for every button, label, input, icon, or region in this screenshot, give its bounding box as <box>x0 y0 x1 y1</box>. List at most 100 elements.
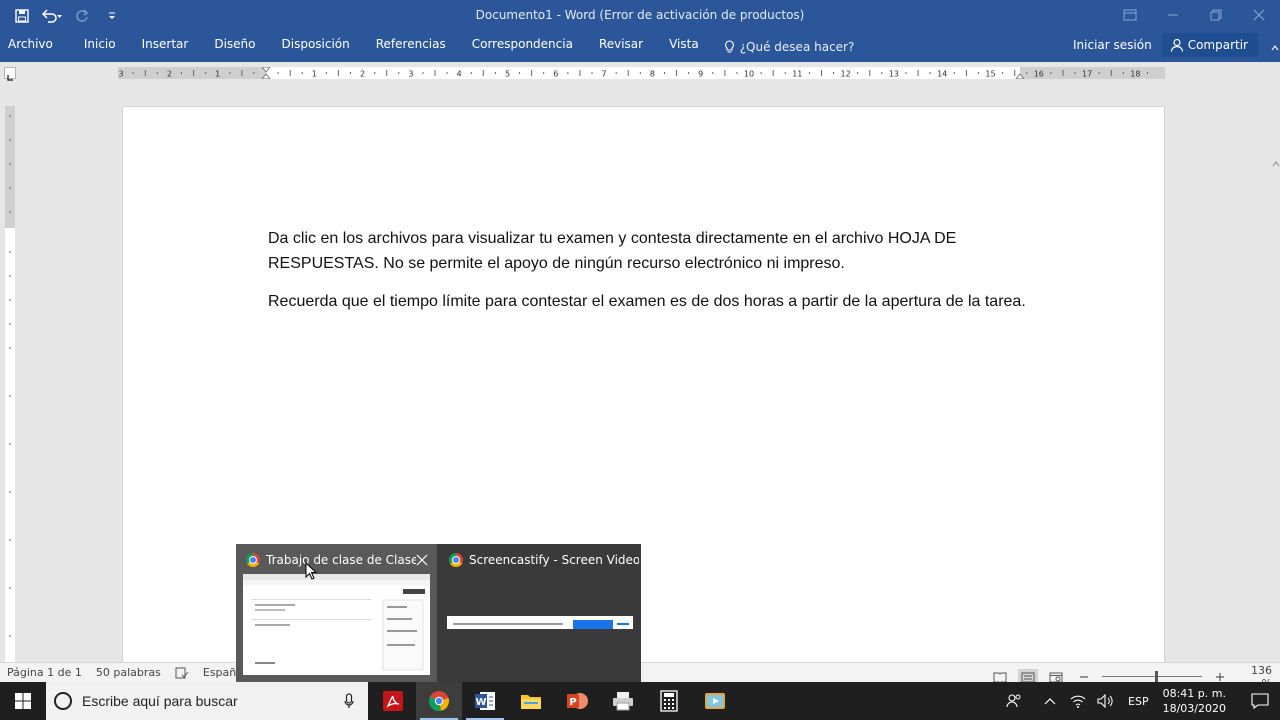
thumbnail-title: Trabajo de clase de Clase ... <box>246 553 416 567</box>
share-button[interactable]: Compartir <box>1161 32 1258 57</box>
ruler-label: 14 <box>937 70 947 79</box>
share-label: Compartir <box>1187 37 1248 52</box>
title-bar: Documento1 - Word (Error de activación d… <box>0 0 1280 32</box>
ruler-label: 3 <box>119 70 124 79</box>
close-button[interactable] <box>1237 0 1280 30</box>
people-button[interactable] <box>1002 682 1026 720</box>
banner-preview-graphic <box>453 620 629 629</box>
paragraph[interactable]: Recuerda que el tiempo límite para conte… <box>268 290 1028 315</box>
ruler-label: 3 <box>408 70 413 79</box>
windows-taskbar: Escribe aquí para buscar W P ESP 08:41 p… <box>0 682 1280 720</box>
close-icon <box>416 554 428 566</box>
thumbnail-window[interactable]: Trabajo de clase de Clase ... <box>236 544 437 682</box>
document-body[interactable]: Da clic en los archivos para visualizar … <box>268 227 1028 329</box>
thumbnail-close-button[interactable] <box>415 552 429 566</box>
tab-stop-selector[interactable] <box>4 67 16 81</box>
taskbar-thumbnail-popup: Trabajo de clase de Clase ... <box>236 544 641 682</box>
ruler-label: 2 <box>167 70 172 79</box>
action-center-button[interactable] <box>1240 682 1280 720</box>
vertical-scrollbar[interactable] <box>1270 82 1280 662</box>
tab-revisar[interactable]: Revisar <box>586 32 656 62</box>
chevron-up-icon <box>1044 698 1056 705</box>
tab-inicio[interactable]: Inicio <box>71 32 129 62</box>
zoom-slider-track <box>1102 676 1202 677</box>
svg-text:P: P <box>569 697 576 708</box>
network-button[interactable] <box>1066 682 1090 720</box>
indent-marker[interactable] <box>261 73 271 79</box>
restore-button[interactable] <box>1194 0 1237 30</box>
person-icon <box>1170 38 1183 52</box>
clock-time: 08:41 p. m. <box>1162 687 1226 700</box>
powerpoint-icon: P <box>567 693 588 709</box>
tab-diseno[interactable]: Diseño <box>201 32 268 62</box>
proofing-icon[interactable] <box>175 667 189 679</box>
ruler-label: 9 <box>698 70 703 79</box>
word-count[interactable]: 50 palabras <box>96 666 161 679</box>
taskbar-chrome[interactable] <box>416 682 462 720</box>
tab-archivo[interactable]: Archivo <box>0 32 71 62</box>
ribbon-tabs: Archivo Inicio Insertar Diseño Disposici… <box>0 32 854 62</box>
tab-correspondencia[interactable]: Correspondencia <box>459 32 586 62</box>
people-icon <box>1006 694 1021 708</box>
ruler-label: 5 <box>505 70 510 79</box>
taskbar-video-editor[interactable] <box>692 682 738 720</box>
wifi-icon <box>1070 695 1086 708</box>
chrome-icon <box>449 553 463 567</box>
taskbar-word[interactable]: W <box>462 682 508 720</box>
ruler-ticks: 3 2 1 1 2 3 4 5 6 7 8 9 10 11 12 13 14 15 16 17 18 <box>119 67 1148 79</box>
ruler-label: 12 <box>841 70 851 79</box>
close-icon <box>1253 9 1264 21</box>
tell-me-box[interactable]: ¿Qué desea hacer? <box>712 32 854 62</box>
page-count[interactable]: Página 1 de 1 <box>7 666 82 679</box>
ribbon-display-options-button[interactable] <box>1108 0 1151 30</box>
zoom-slider-thumb[interactable] <box>1155 671 1158 682</box>
taskbar-acrobat[interactable] <box>370 682 416 720</box>
thumbnail-preview <box>447 616 633 629</box>
lightbulb-icon <box>724 40 734 53</box>
vertical-ruler[interactable] <box>5 106 15 662</box>
microphone-icon[interactable] <box>344 693 354 709</box>
ribbon-options-icon <box>1123 9 1136 21</box>
ruler-label: 1 <box>312 70 317 79</box>
calculator-icon <box>660 690 678 712</box>
taskbar-apps: W P <box>370 682 738 720</box>
indent-marker[interactable] <box>1015 73 1025 79</box>
taskbar-printer[interactable] <box>600 682 646 720</box>
ribbon: Archivo Inicio Insertar Diseño Disposici… <box>0 32 1280 62</box>
page-icon <box>1021 672 1035 682</box>
taskbar-calculator[interactable] <box>646 682 692 720</box>
minus-icon <box>1080 676 1088 678</box>
input-language[interactable]: ESP <box>1128 695 1149 708</box>
start-button[interactable] <box>0 682 46 720</box>
volume-button[interactable] <box>1094 682 1118 720</box>
restore-icon <box>1210 9 1221 21</box>
indent-marker[interactable] <box>261 67 271 73</box>
tab-insertar[interactable]: Insertar <box>129 32 202 62</box>
speaker-icon <box>1097 694 1113 708</box>
book-icon <box>993 672 1007 683</box>
tab-vista[interactable]: Vista <box>656 32 712 62</box>
ribbon-collapse-button[interactable] <box>1270 40 1280 54</box>
minimize-button[interactable] <box>1151 0 1194 30</box>
show-hidden-icons-button[interactable] <box>1038 682 1062 720</box>
ruler-label: 15 <box>985 70 995 79</box>
clock-date: 18/03/2020 <box>1162 702 1226 715</box>
clock[interactable]: 08:41 p. m. 18/03/2020 <box>1163 686 1226 716</box>
tab-referencias[interactable]: Referencias <box>363 32 459 62</box>
ruler-label: 18 <box>1130 70 1140 79</box>
sign-in-link[interactable]: Iniciar sesión <box>1063 38 1162 57</box>
vertical-ruler-ticks <box>9 115 11 637</box>
scroll-up-icon <box>1272 161 1280 167</box>
tab-disposicion[interactable]: Disposición <box>269 32 363 62</box>
ruler-label: 7 <box>602 70 607 79</box>
ruler-label: 1 <box>215 70 220 79</box>
chrome-icon <box>246 553 260 567</box>
acrobat-icon <box>383 691 403 711</box>
taskbar-powerpoint[interactable]: P <box>554 682 600 720</box>
notification-icon <box>1251 693 1269 709</box>
paragraph[interactable]: Da clic en los archivos para visualizar … <box>268 227 1028 276</box>
horizontal-ruler[interactable]: 3 2 1 1 2 3 4 5 6 7 8 9 10 11 12 13 14 15 16 17 18 <box>118 67 1165 79</box>
taskbar-search-box[interactable]: Escribe aquí para buscar <box>46 682 368 720</box>
taskbar-file-explorer[interactable] <box>508 682 554 720</box>
thumbnail-window[interactable]: Screencastify - Screen Video Re... <box>439 544 641 682</box>
